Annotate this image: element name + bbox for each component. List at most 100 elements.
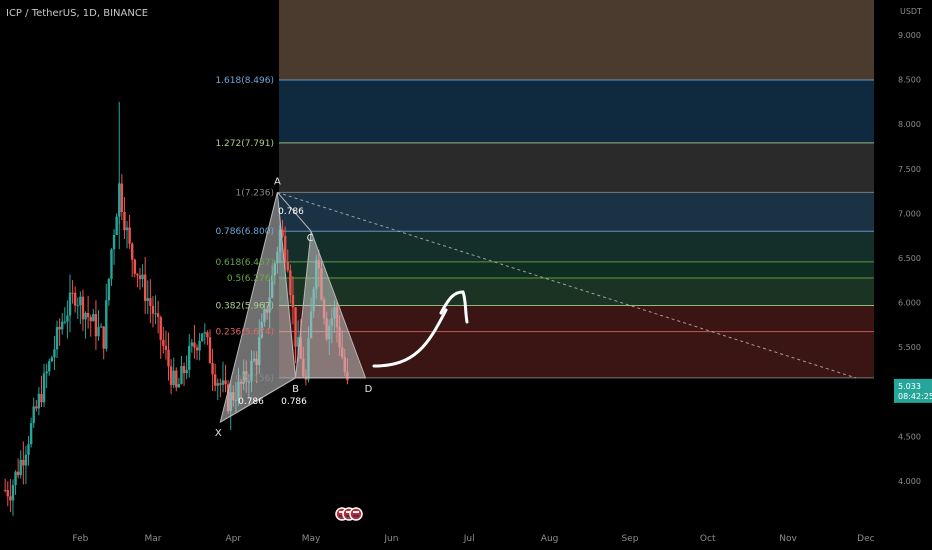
candle-body <box>48 361 51 372</box>
time-tick-label: Jun <box>383 534 398 544</box>
fib-level-label: 1.272(7.791) <box>215 139 274 149</box>
fib-zone <box>279 79 874 143</box>
candle-body <box>19 459 22 476</box>
candle-body <box>6 490 9 497</box>
price-chart[interactable]: X A B C D 0.786 0.786 0.786 1.618(8.496) 1.272(7… <box>0 0 932 550</box>
candle-body <box>180 366 183 384</box>
candle-body <box>32 406 35 424</box>
candle-body <box>71 292 74 294</box>
candle-body <box>213 374 217 386</box>
pattern-point-label-x: X <box>215 428 222 439</box>
candle-body <box>193 342 196 348</box>
candle-body <box>50 357 54 362</box>
pattern-point-label-d: D <box>365 384 373 395</box>
candle-body <box>16 471 20 476</box>
candle-body <box>208 337 212 364</box>
candle-body <box>81 296 85 320</box>
candle-body <box>159 317 162 340</box>
pattern-ratio-label: 0.786 <box>238 397 264 407</box>
candle-body <box>198 340 201 351</box>
event-flag-mark <box>353 511 359 513</box>
candle-body <box>283 236 287 262</box>
candle-body <box>149 298 152 306</box>
time-tick-label: Nov <box>779 534 797 544</box>
candle-body <box>27 444 30 455</box>
candle-body <box>216 383 219 386</box>
candle-body <box>24 454 28 466</box>
time-tick-label: Jul <box>463 534 475 544</box>
candle-body <box>190 342 194 346</box>
price-tick-label: 7.000 <box>898 209 921 218</box>
candle-countdown-label: 08:42:25 <box>898 392 932 401</box>
candle-body <box>94 314 98 337</box>
pattern-point-label-a: A <box>274 176 281 187</box>
candle-body <box>195 347 199 351</box>
candle-body <box>42 373 46 403</box>
price-tick-label: 6.000 <box>898 299 921 308</box>
candle-body <box>172 370 175 386</box>
price-tick-label: 8.000 <box>898 120 921 129</box>
candle-body <box>146 298 149 301</box>
time-tick-label: Aug <box>541 534 559 544</box>
fib-zone <box>279 331 874 378</box>
candle-body <box>224 380 227 385</box>
candle-body <box>55 326 59 350</box>
event-flag-icon[interactable] <box>349 507 363 521</box>
fib-level-label: 1.618(8.496) <box>215 76 274 86</box>
candle-body <box>35 406 38 409</box>
candle-body <box>29 423 33 445</box>
candle-body <box>221 380 225 385</box>
candle-body <box>182 366 186 374</box>
candle-body <box>136 273 139 276</box>
candle-body <box>45 371 48 374</box>
candle-body <box>73 292 77 306</box>
event-flag-mark <box>353 515 359 517</box>
fib-zone <box>279 142 874 193</box>
time-axis[interactable] <box>0 528 893 550</box>
fib-level-label: 1(7.236) <box>235 188 274 198</box>
candle-body <box>211 363 214 375</box>
candle-body <box>151 305 155 314</box>
fib-zone <box>279 0 874 80</box>
symbol-title: ICP / TetherUS, 1D, BINANCE <box>6 8 149 19</box>
price-unit-label: USDT <box>900 7 922 16</box>
candle-body <box>112 235 116 250</box>
candle-body <box>58 326 61 330</box>
candle-body <box>120 183 124 213</box>
candle-body <box>128 227 131 244</box>
candle-body <box>175 370 178 388</box>
candle-body <box>14 471 17 486</box>
fib-level-label: 0.786(6.800) <box>215 227 274 237</box>
pattern-point-label-b: B <box>292 384 299 395</box>
candle-body <box>123 212 126 231</box>
candle-body <box>162 339 165 346</box>
price-tick-label: 4.000 <box>898 477 921 486</box>
price-tick-label: 6.500 <box>898 254 921 263</box>
candle-body <box>156 313 160 318</box>
candle-body <box>286 261 289 271</box>
candle-body <box>61 321 64 330</box>
candle-body <box>97 327 100 337</box>
fib-zone <box>279 192 874 232</box>
candle-body <box>40 393 43 403</box>
fib-level-label: 0(5.156) <box>235 374 274 384</box>
candle-body <box>291 295 295 308</box>
candle-body <box>115 216 118 236</box>
candle-body <box>141 274 144 280</box>
time-tick-label: Dec <box>857 534 874 544</box>
candle-body <box>79 296 82 306</box>
candle-body <box>131 243 134 260</box>
fib-zone <box>279 305 874 332</box>
price-tick-label: 7.500 <box>898 165 921 174</box>
price-tick-label: 5.500 <box>898 343 921 352</box>
candle-body <box>188 345 191 370</box>
candle-body <box>89 317 92 322</box>
fib-zone <box>279 231 874 262</box>
candle-body <box>138 275 142 280</box>
candle-body <box>9 496 12 501</box>
candle-body <box>167 349 170 367</box>
price-tick-label: 9.000 <box>898 31 921 40</box>
candle-body <box>86 312 90 318</box>
candle-body <box>3 489 7 491</box>
current-price-label: 5.033 <box>898 382 921 391</box>
